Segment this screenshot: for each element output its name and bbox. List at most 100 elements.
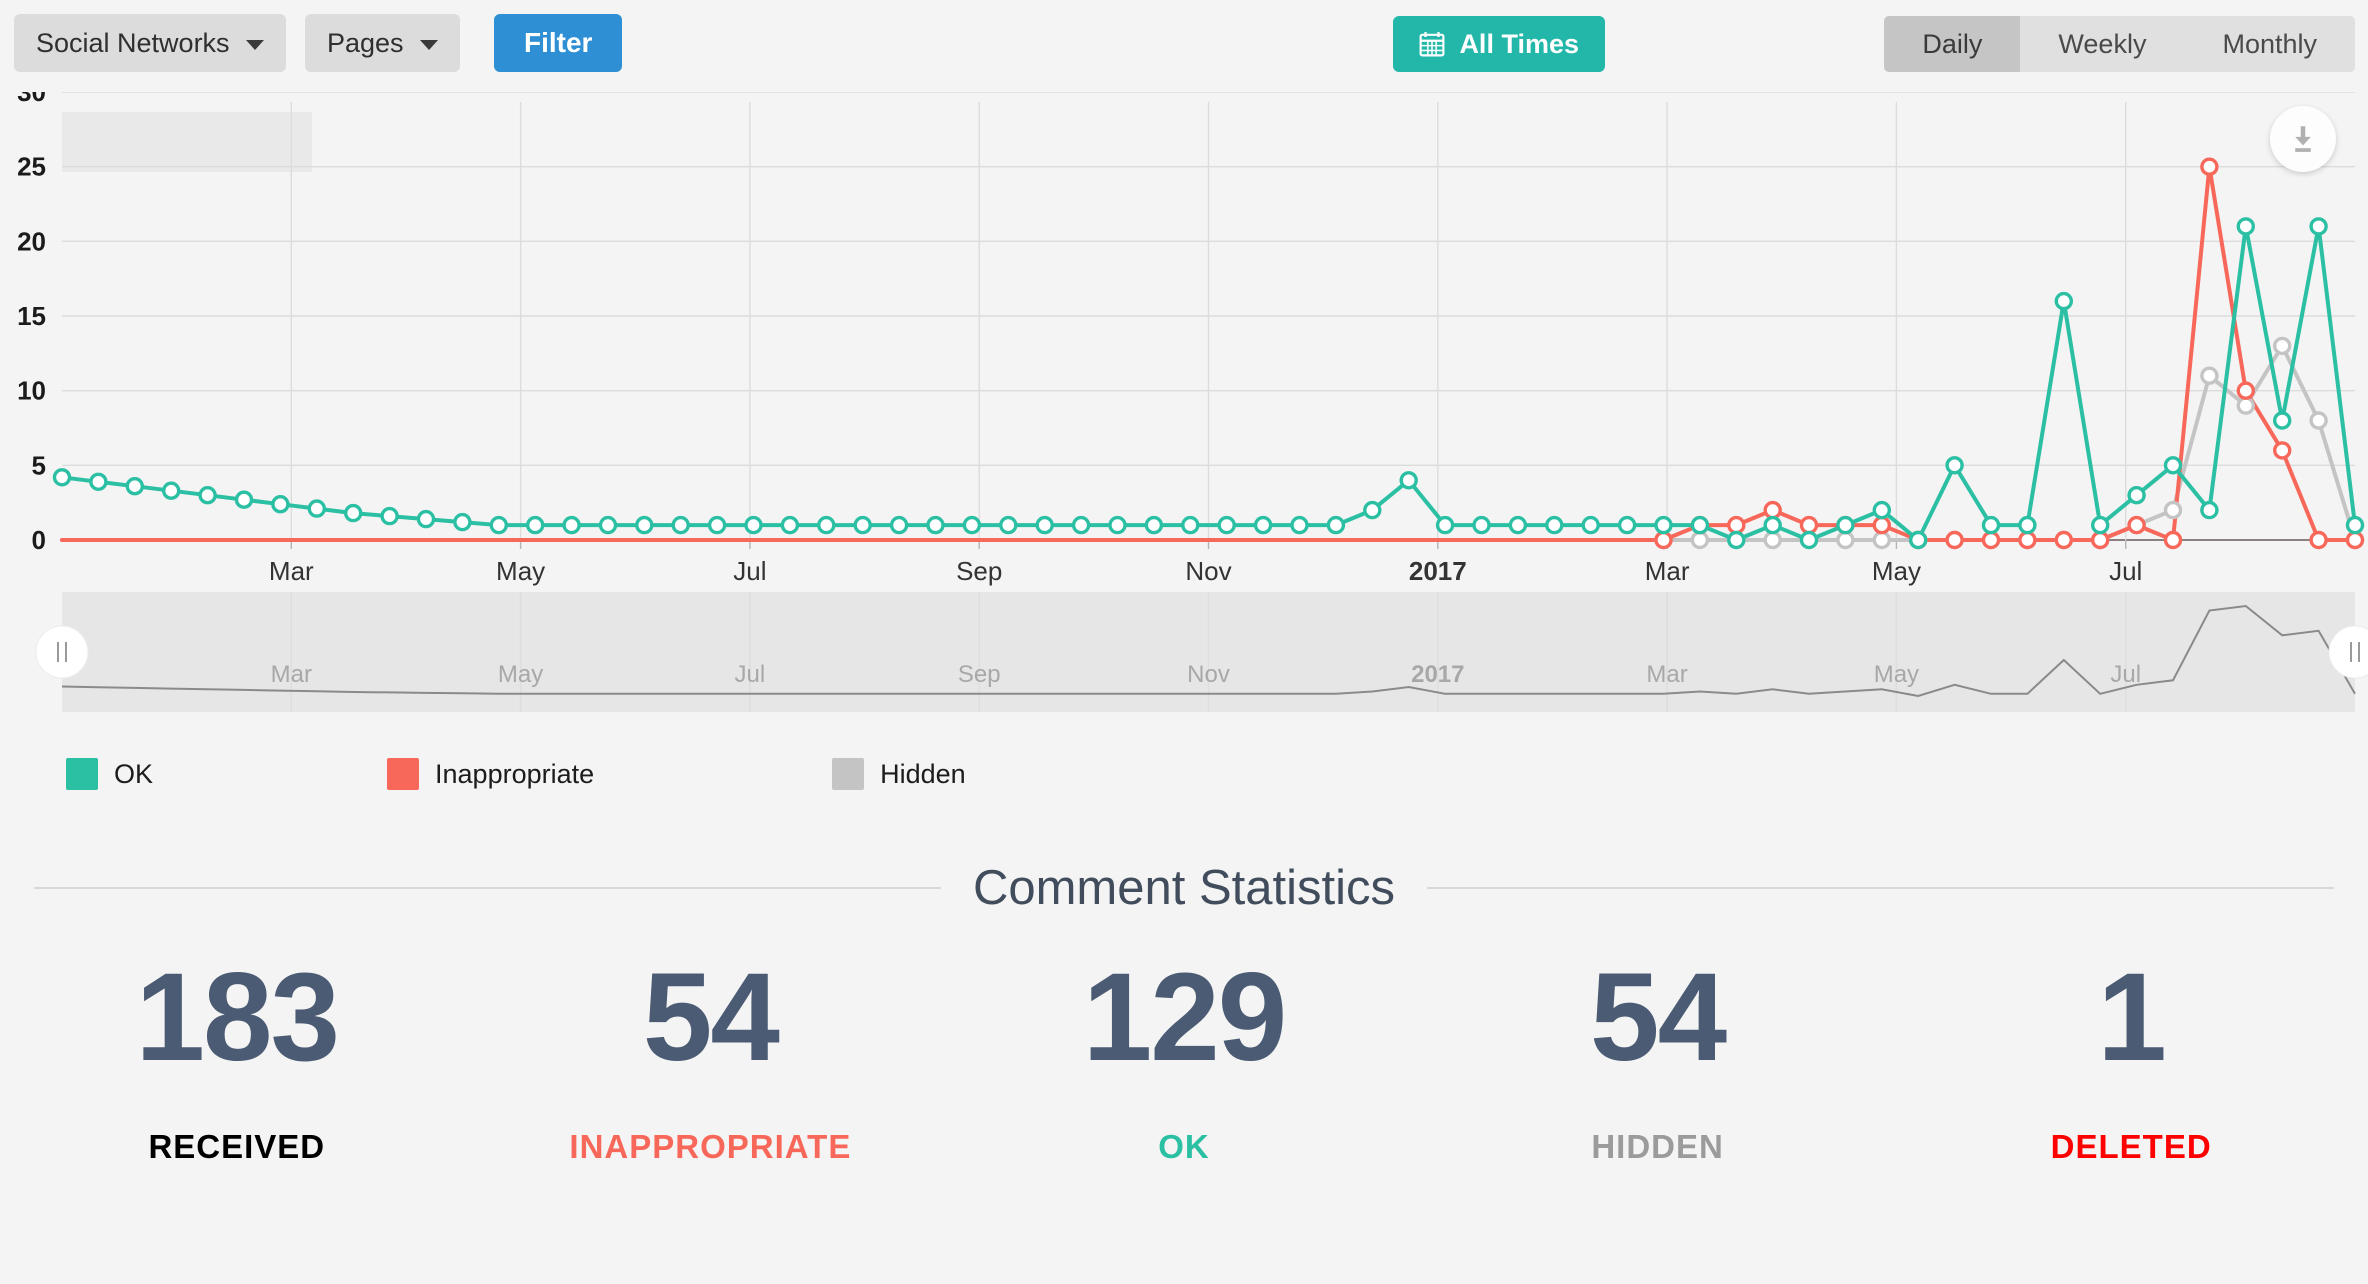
all-times-button[interactable]: All Times xyxy=(1393,16,1605,72)
tab-weekly[interactable]: Weekly xyxy=(2020,16,2185,72)
data-point xyxy=(489,515,508,535)
data-point xyxy=(1545,515,1564,535)
statistics-row: 183 RECEIVED 54 INAPPROPRIATE 129 OK 54 … xyxy=(0,955,2368,1166)
data-point xyxy=(1399,471,1418,490)
divider-right xyxy=(1427,887,2334,889)
legend-label-hidden: Hidden xyxy=(880,758,966,789)
legend-label-ok: OK xyxy=(114,758,154,789)
legend-item-hidden[interactable]: Hidden xyxy=(832,758,966,790)
tab-daily-label: Daily xyxy=(1922,28,1983,59)
legend-item-ok[interactable]: OK xyxy=(66,758,153,790)
navigator-x-tick: 2017 xyxy=(1411,661,1464,688)
legend-swatch-inappropriate xyxy=(387,758,420,790)
x-axis-tick: Jul xyxy=(2109,556,2142,586)
data-point xyxy=(1363,500,1382,520)
stat-hidden-value: 54 xyxy=(1590,948,1727,1087)
data-point xyxy=(2272,441,2292,460)
stat-hidden: 54 HIDDEN xyxy=(1421,955,1895,1166)
data-point xyxy=(1617,515,1637,535)
x-axis-tick: 2017 xyxy=(1409,556,1467,586)
stat-received-value: 183 xyxy=(135,948,341,1087)
data-point xyxy=(2200,157,2219,176)
data-point xyxy=(1981,530,2001,550)
data-point xyxy=(1727,515,1746,535)
y-axis-tick: 20 xyxy=(17,226,46,256)
data-point xyxy=(1108,515,1127,535)
data-point xyxy=(1690,515,1710,535)
data-point xyxy=(1836,530,1855,550)
navigator-x-tick: Jul xyxy=(735,661,766,688)
data-point xyxy=(1435,515,1455,535)
data-point xyxy=(2236,396,2256,415)
navigator-x-tick: Mar xyxy=(271,661,312,688)
chart-canvas[interactable]: 0 5 10 15 20 25 30 Mar May Jul Sep Nov 2017 Mar May Jul… xyxy=(0,92,2368,752)
navigator-x-tick: May xyxy=(1874,661,1919,688)
data-point xyxy=(1799,530,1819,550)
data-point xyxy=(380,506,399,526)
stat-deleted-label: DELETED xyxy=(2050,1128,2212,1165)
filter-button[interactable]: Filter xyxy=(494,14,623,72)
all-times-label: All Times xyxy=(1459,28,1579,59)
data-point xyxy=(2309,530,2328,550)
data-point xyxy=(1581,515,1600,535)
data-point xyxy=(453,512,472,532)
data-point xyxy=(2236,217,2256,236)
data-point xyxy=(1908,530,1928,550)
data-point xyxy=(2345,530,2365,550)
data-point xyxy=(2163,500,2183,520)
data-point xyxy=(2272,336,2292,356)
data-point xyxy=(526,515,545,535)
navigator-x-tick: May xyxy=(498,661,543,688)
navigator-x-tick: Mar xyxy=(1646,661,1687,688)
data-point xyxy=(1763,515,1782,535)
x-axis-tick: Nov xyxy=(1185,556,1231,586)
data-point xyxy=(671,515,690,535)
pages-dropdown[interactable]: Pages xyxy=(305,14,460,72)
x-axis-tick: May xyxy=(1872,556,1921,586)
data-point xyxy=(2018,515,2037,535)
data-point xyxy=(161,481,181,500)
navigator-handle-left[interactable] xyxy=(35,625,89,679)
stat-ok: 129 OK xyxy=(947,955,1421,1166)
data-point xyxy=(1253,515,1273,535)
legend-swatch-ok xyxy=(66,758,98,790)
data-point xyxy=(2163,456,2183,475)
data-point xyxy=(1872,500,1892,520)
calendar-icon xyxy=(1419,31,1445,57)
navigator-x-tick: Sep xyxy=(958,661,1001,688)
y-axis-tick: 25 xyxy=(17,152,46,182)
data-point xyxy=(271,495,290,514)
data-point xyxy=(962,515,982,535)
data-point xyxy=(1654,515,1673,535)
legend-item-inappropriate[interactable]: Inappropriate xyxy=(387,758,594,790)
stat-inappropriate-value: 54 xyxy=(642,948,780,1087)
data-point xyxy=(1217,515,1236,535)
tab-monthly[interactable]: Monthly xyxy=(2184,16,2355,72)
x-axis-tick: Mar xyxy=(1645,556,1690,586)
data-point xyxy=(1508,515,1528,535)
stat-deleted: 1 DELETED xyxy=(1894,955,2368,1166)
data-point xyxy=(780,515,800,535)
navigator-x-tick: Nov xyxy=(1187,661,1230,688)
data-point xyxy=(198,486,217,505)
y-axis-tick: 15 xyxy=(17,301,46,331)
data-point xyxy=(889,515,909,535)
data-point xyxy=(307,499,326,518)
pages-dropdown-label: Pages xyxy=(327,27,404,58)
stat-received-label: RECEIVED xyxy=(148,1128,326,1165)
tab-daily[interactable]: Daily xyxy=(1884,16,2021,72)
data-point xyxy=(2200,366,2219,385)
data-point xyxy=(416,509,436,529)
comments-timeseries-chart[interactable]: 0 5 10 15 20 25 30 Mar May Jul Sep Nov 2017 Mar May Jul… xyxy=(0,92,2368,752)
data-point xyxy=(1071,515,1091,535)
data-point xyxy=(562,515,581,535)
social-networks-dropdown[interactable]: Social Networks xyxy=(14,14,286,72)
data-point xyxy=(2090,530,2110,550)
download-chart-button[interactable] xyxy=(2270,106,2336,172)
data-point xyxy=(635,515,654,535)
data-point xyxy=(817,515,836,535)
dashboard-page: Social Networks Pages Filter All Times D… xyxy=(0,0,2368,1284)
x-axis-tick: May xyxy=(496,556,545,586)
y-axis-tick: 0 xyxy=(32,525,46,555)
data-point xyxy=(1799,515,1819,535)
